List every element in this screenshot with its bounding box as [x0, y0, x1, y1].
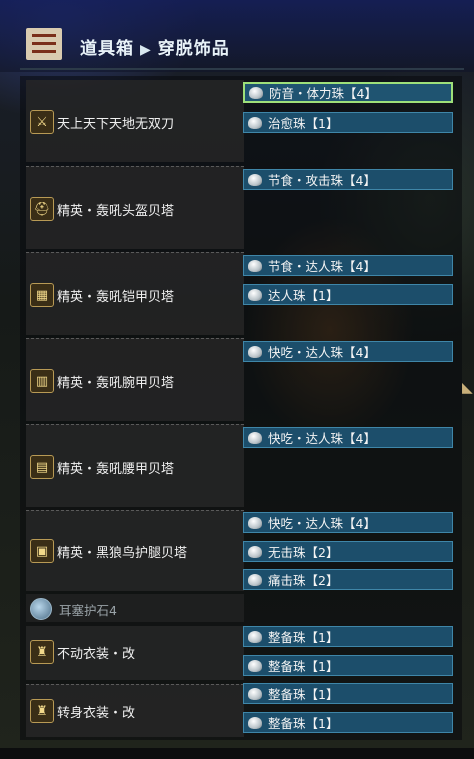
gear-row-weapon[interactable]: ⚔ 天上天下天地无双刀: [26, 80, 244, 162]
decoration-slot[interactable]: 快吃・达人珠【4】: [243, 341, 453, 362]
decoration-slot[interactable]: 节食・达人珠【4】: [243, 255, 453, 276]
decoration-label: 快吃・达人珠【4】: [268, 431, 376, 446]
decoration-icon: [248, 259, 262, 272]
helm-icon: ⛑: [30, 197, 54, 221]
gear-name: 不动衣装・改: [57, 647, 136, 662]
mantle-icon: ♜: [30, 640, 54, 664]
decoration-label: 快吃・达人珠【4】: [268, 516, 376, 531]
decoration-slot[interactable]: 整备珠【1】: [243, 626, 453, 647]
decoration-slot[interactable]: 治愈珠【1】: [243, 112, 453, 133]
scroll-arrow-icon: ◣: [462, 380, 473, 396]
decoration-label: 达人珠【1】: [268, 288, 339, 303]
header-bar: 道具箱 ▶ 穿脱饰品: [0, 0, 474, 72]
decoration-icon: [248, 173, 262, 186]
legs-icon: ▣: [30, 539, 54, 563]
decoration-slot[interactable]: 快吃・达人珠【4】: [243, 427, 453, 448]
decoration-slot[interactable]: 整备珠【1】: [243, 712, 453, 733]
decoration-slot[interactable]: 痛击珠【2】: [243, 569, 453, 590]
decoration-label: 整备珠【1】: [268, 659, 339, 674]
decoration-slot[interactable]: 快吃・达人珠【4】: [243, 512, 453, 533]
gear-name: 天上天下天地无双刀: [57, 117, 175, 132]
arm-icon: ▥: [30, 369, 54, 393]
gear-row-mantle-2[interactable]: ♜ 转身衣装・改: [26, 684, 244, 737]
decoration-icon: [248, 659, 262, 672]
decoration-icon: [248, 288, 262, 301]
gear-row-waist[interactable]: ▤ 精英・轰吼腰甲贝塔: [26, 424, 244, 507]
chevron-right-icon: ▶: [140, 42, 152, 58]
decoration-label: 整备珠【1】: [268, 630, 339, 645]
waist-icon: ▤: [30, 455, 54, 479]
decoration-slot[interactable]: 达人珠【1】: [243, 284, 453, 305]
gear-row-head[interactable]: ⛑ 精英・轰吼头盔贝塔: [26, 166, 244, 249]
decoration-slot-selected[interactable]: 防音・体力珠【4】: [243, 82, 453, 103]
decoration-label: 治愈珠【1】: [268, 116, 339, 131]
gear-row-arms[interactable]: ▥ 精英・轰吼腕甲贝塔: [26, 338, 244, 421]
gear-name: 精英・轰吼腕甲贝塔: [57, 376, 175, 391]
decoration-icon: [248, 716, 262, 729]
chest-icon: ▦: [30, 283, 54, 307]
button-hint-bar: [0, 748, 474, 759]
decoration-icon: [248, 116, 262, 129]
decoration-icon: [248, 573, 262, 586]
mantle-icon: ♜: [30, 699, 54, 723]
gear-name: 精英・轰吼头盔贝塔: [57, 204, 175, 219]
decoration-label: 整备珠【1】: [268, 716, 339, 731]
decoration-label: 无击珠【2】: [268, 545, 339, 560]
decoration-label: 痛击珠【2】: [268, 573, 339, 588]
gear-name: 精英・轰吼铠甲贝塔: [57, 290, 175, 305]
gear-name: 转身衣装・改: [57, 706, 136, 721]
great-sword-icon: ⚔: [30, 110, 54, 134]
decoration-label: 节食・攻击珠【4】: [268, 173, 376, 188]
decoration-icon: [249, 86, 263, 99]
decoration-label: 节食・达人珠【4】: [268, 259, 376, 274]
decoration-label: 快吃・达人珠【4】: [268, 345, 376, 360]
decoration-slot[interactable]: 节食・攻击珠【4】: [243, 169, 453, 190]
decoration-icon: [248, 345, 262, 358]
item-box-icon: [26, 28, 62, 60]
breadcrumb-decorations: 穿脱饰品: [157, 39, 230, 59]
decoration-icon: [248, 545, 262, 558]
charm-row[interactable]: 耳塞护石4: [26, 594, 244, 622]
decoration-slot[interactable]: 整备珠【1】: [243, 683, 453, 704]
gear-row-chest[interactable]: ▦ 精英・轰吼铠甲贝塔: [26, 252, 244, 335]
decoration-label: 整备珠【1】: [268, 687, 339, 702]
gear-name: 精英・黑狼鸟护腿贝塔: [57, 546, 188, 561]
charm-name: 耳塞护石4: [59, 603, 117, 618]
decoration-icon: [248, 630, 262, 643]
gear-row-legs[interactable]: ▣ 精英・黑狼鸟护腿贝塔: [26, 510, 244, 591]
decoration-icon: [248, 431, 262, 444]
header-divider: [20, 68, 464, 70]
decoration-icon: [248, 516, 262, 529]
breadcrumb: 道具箱 ▶ 穿脱饰品: [80, 34, 230, 59]
decoration-slot[interactable]: 无击珠【2】: [243, 541, 453, 562]
decoration-slot[interactable]: 整备珠【1】: [243, 655, 453, 676]
breadcrumb-item-box[interactable]: 道具箱: [80, 39, 134, 59]
decoration-icon: [248, 687, 262, 700]
charm-icon: [30, 598, 52, 620]
decoration-label: 防音・体力珠【4】: [269, 86, 377, 101]
gear-name: 精英・轰吼腰甲贝塔: [57, 462, 175, 477]
gear-row-mantle-1[interactable]: ♜ 不动衣装・改: [26, 626, 244, 680]
